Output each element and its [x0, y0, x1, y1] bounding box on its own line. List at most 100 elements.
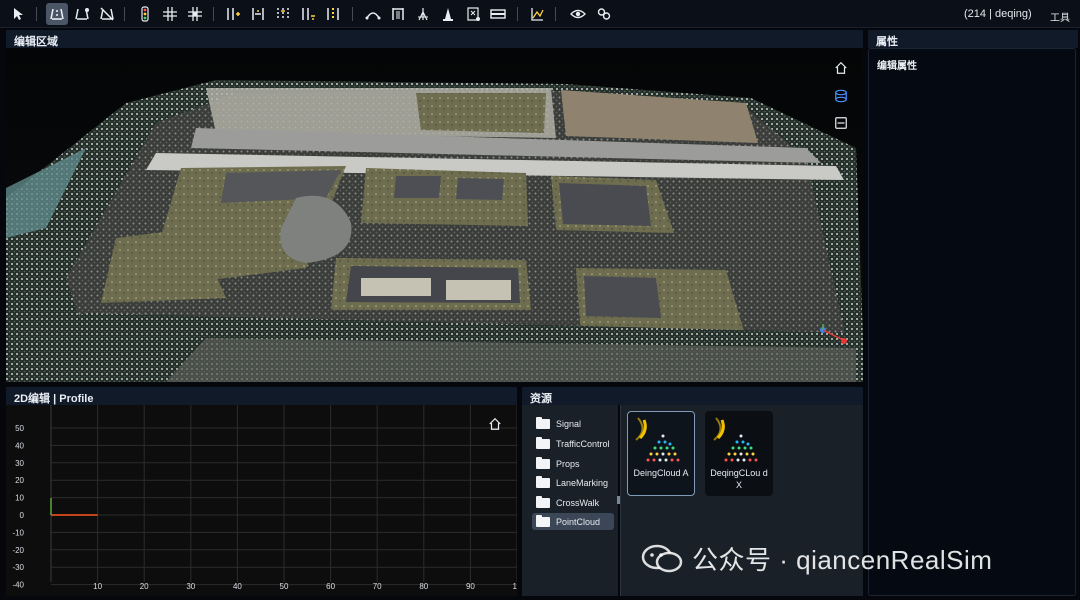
- cursor-icon: [14, 8, 23, 20]
- folder-lane-marking[interactable]: LaneMarking: [532, 474, 614, 491]
- resource-item-label: DeqingCLou dX: [710, 468, 768, 490]
- lane-split-icon: [277, 8, 289, 20]
- profile-y-tick: -30: [12, 563, 24, 572]
- profile-y-tick: 10: [15, 494, 24, 503]
- curve-icon: [365, 12, 381, 20]
- link-icon: [597, 8, 611, 20]
- lane-add-tool-button[interactable]: [222, 3, 244, 25]
- link-tool-button[interactable]: [593, 3, 615, 25]
- profile-x-tick: 70: [373, 582, 382, 591]
- lane-split-tool-button[interactable]: [272, 3, 294, 25]
- profile-x-tick: 60: [326, 582, 335, 591]
- junction-edit-tool-button[interactable]: [184, 3, 206, 25]
- surface-icon: [490, 9, 506, 19]
- profile-x-tick: 20: [140, 582, 149, 591]
- home-view-icon[interactable]: [833, 60, 849, 76]
- editor-panel-title: 编辑区域: [6, 30, 863, 48]
- profile-x-tick: 10: [513, 582, 517, 591]
- profile-y-tick: 0: [20, 511, 25, 520]
- eye-icon: [570, 9, 586, 19]
- select-tool-button[interactable]: [7, 3, 29, 25]
- point-cloud-icon: [418, 8, 428, 21]
- profile-x-tick: 50: [280, 582, 289, 591]
- perspective-view-icon[interactable]: [833, 88, 849, 104]
- view-toggle-button[interactable]: [567, 3, 589, 25]
- edit-properties-label: 编辑属性: [877, 61, 917, 72]
- curve-tool-button[interactable]: [362, 3, 384, 25]
- folder-icon: [536, 495, 550, 508]
- folder-icon: [536, 436, 550, 449]
- profile-x-tick: 80: [419, 582, 428, 591]
- profile-x-tick: 10: [93, 582, 102, 591]
- resource-item-label: DeingCloud A: [633, 468, 689, 478]
- folder-traffic-control[interactable]: TrafficControl: [532, 435, 614, 452]
- wechat-icon: [641, 544, 683, 572]
- profile-y-tick: 40: [15, 441, 24, 450]
- folder-point-cloud[interactable]: PointCloud: [532, 513, 614, 530]
- profile-home-icon[interactable]: [488, 417, 504, 433]
- profile-x-tick: 40: [233, 582, 242, 591]
- folder-icon: [536, 514, 550, 527]
- point-cloud-scene: [6, 48, 863, 382]
- point-cloud-asset-icon: [635, 417, 680, 462]
- road-edit-tool-button[interactable]: [71, 3, 93, 25]
- watermark: 公众号 · qiancenRealSim: [640, 540, 992, 577]
- lane-marking-tool-button[interactable]: [322, 3, 344, 25]
- prop-tool-button[interactable]: [437, 3, 459, 25]
- properties-panel-title: 属性: [868, 30, 1078, 48]
- point-cloud-tool-button[interactable]: [412, 3, 434, 25]
- folder-signal[interactable]: Signal: [532, 415, 614, 432]
- profile-panel-title: 2D编辑 | Profile: [6, 387, 517, 405]
- profile-y-tick: 50: [15, 424, 24, 433]
- road-icon: [50, 8, 64, 20]
- lane-width-tool-button[interactable]: [247, 3, 269, 25]
- profile-y-tick: -20: [12, 546, 24, 555]
- prop-icon: [443, 8, 453, 21]
- resource-folder-tree: Signal TrafficControl Props LaneMarking …: [522, 405, 618, 596]
- lane-marking-icon: [327, 8, 339, 20]
- profile-y-tick: 30: [15, 459, 24, 468]
- point-cloud-asset-icon: [713, 417, 758, 462]
- lane-offset-icon: [302, 8, 315, 20]
- lane-add-icon: [227, 8, 240, 20]
- profile-x-tick: 90: [466, 582, 475, 591]
- folder-crosswalk[interactable]: CrossWalk: [532, 494, 614, 511]
- traffic-light-icon: [141, 6, 149, 22]
- crosswalk-tool-button[interactable]: [387, 3, 409, 25]
- folder-props[interactable]: Props: [532, 455, 614, 472]
- profile-y-tick: 20: [15, 476, 24, 485]
- top-view-icon[interactable]: [833, 115, 849, 131]
- graph-tool-button[interactable]: [526, 3, 548, 25]
- junction-icon: [163, 7, 177, 21]
- resources-panel-title: 资源: [522, 387, 863, 405]
- road-delete-tool-button[interactable]: [96, 3, 118, 25]
- main-toolbar: (214 | deqing) 工具: [0, 0, 1080, 28]
- profile-chart[interactable]: 50 40 30 20 10 0 -10 -20 -30 -40 10 20 30 40 50 60 70 80 9…: [6, 405, 517, 596]
- lane-offset-tool-button[interactable]: [297, 3, 319, 25]
- road-tool-button[interactable]: [46, 3, 68, 25]
- road-edit-icon: [75, 8, 89, 20]
- folder-icon: [536, 475, 550, 488]
- properties-panel: 编辑属性: [868, 48, 1076, 596]
- junction-tool-button[interactable]: [159, 3, 181, 25]
- resource-item-deingcloud-a[interactable]: DeingCloud A: [627, 411, 695, 496]
- surface-tool-button[interactable]: [487, 3, 509, 25]
- tools-menu[interactable]: 工具: [1050, 9, 1070, 24]
- project-status: (214 | deqing): [964, 8, 1032, 20]
- profile-y-tick: -10: [12, 528, 24, 537]
- profile-x-tick: 30: [186, 582, 195, 591]
- junction-edit-icon: [188, 7, 202, 21]
- graph-icon: [531, 8, 544, 21]
- traffic-light-tool-button[interactable]: [134, 3, 156, 25]
- lane-width-icon: [252, 8, 264, 20]
- crosswalk-icon: [392, 8, 404, 20]
- profile-plot: 50 40 30 20 10 0 -10 -20 -30 -40 10 20 30 40 50 60 70 80 9…: [12, 405, 517, 591]
- editor-viewport[interactable]: [6, 48, 863, 382]
- folder-icon: [536, 416, 550, 429]
- texture-icon: [467, 7, 480, 21]
- resource-item-deqingcloud-x[interactable]: DeqingCLou dX: [705, 411, 773, 496]
- texture-tool-button[interactable]: [462, 3, 484, 25]
- folder-icon: [536, 456, 550, 469]
- profile-y-tick: -40: [12, 581, 24, 590]
- road-delete-icon: [100, 7, 114, 21]
